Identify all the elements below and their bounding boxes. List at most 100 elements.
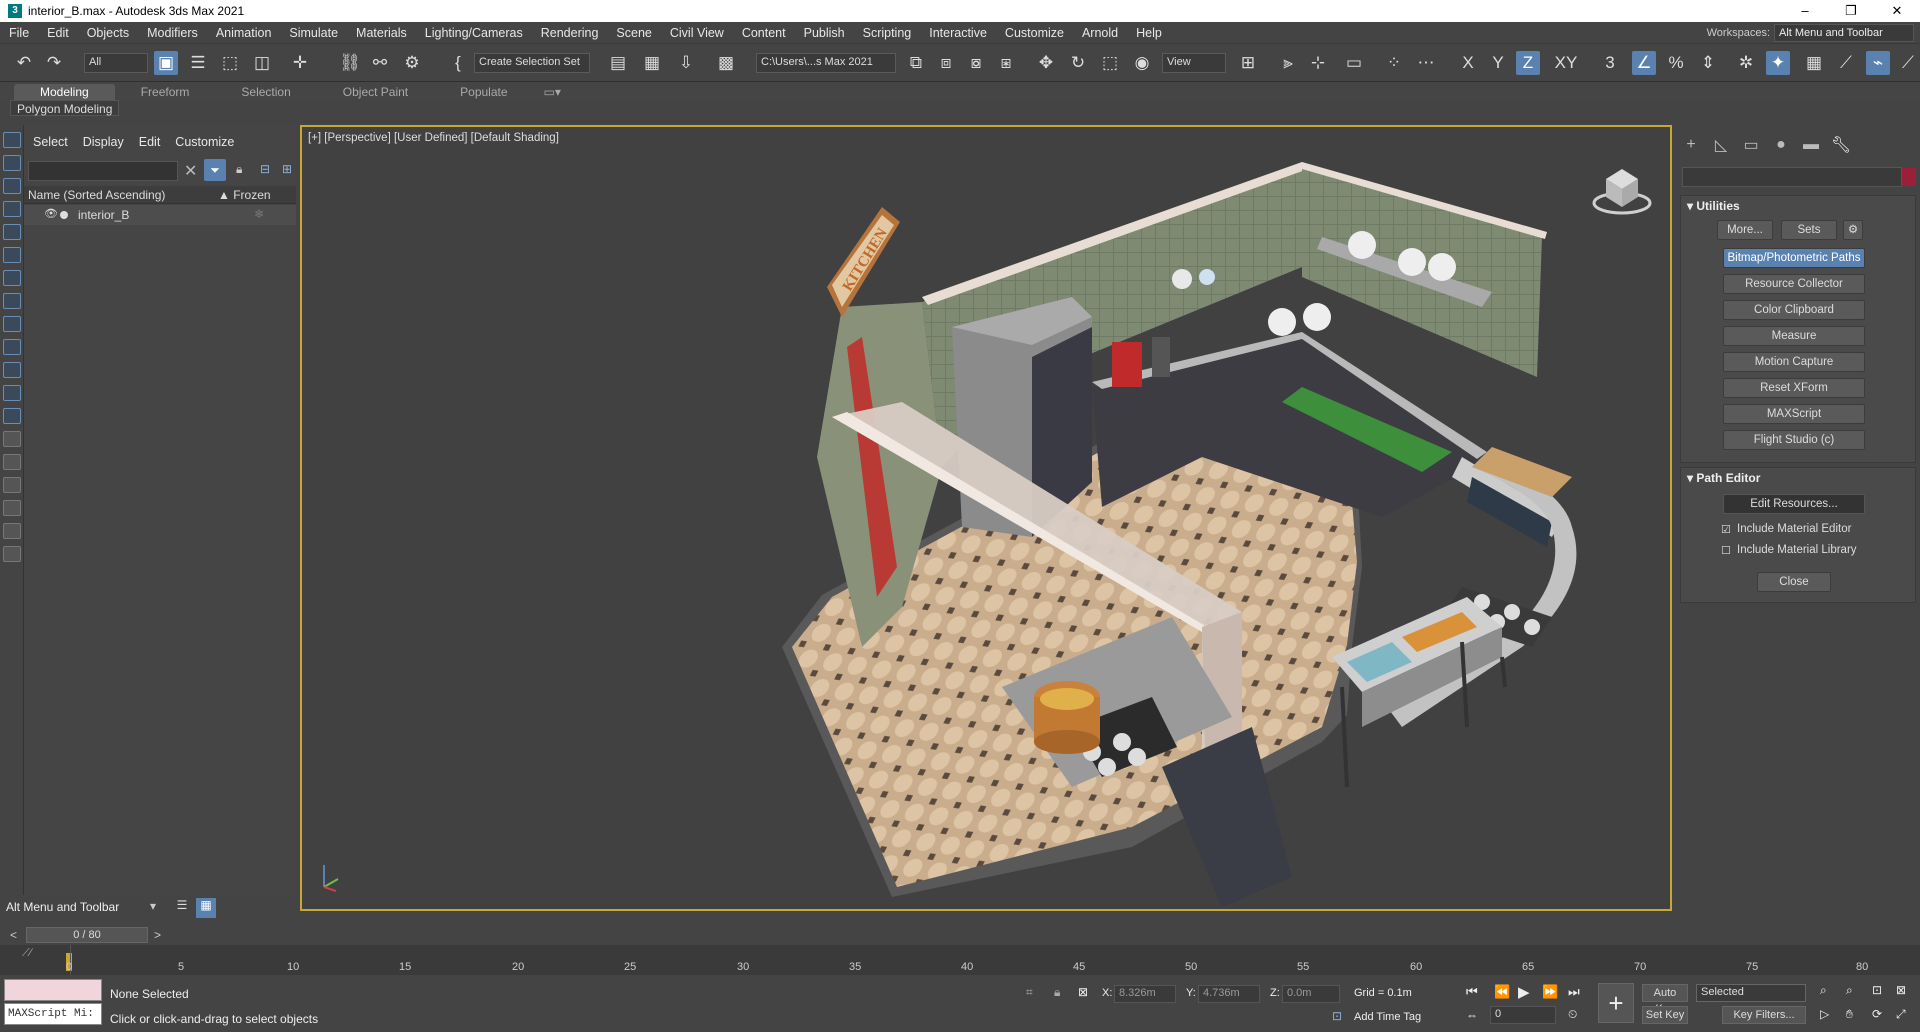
bind-spacewarp-icon[interactable]: ⚙ bbox=[400, 51, 424, 75]
maximize-button[interactable]: ❐ bbox=[1828, 3, 1874, 19]
layers-stack-icon[interactable]: ☰ bbox=[172, 898, 192, 918]
object-name[interactable]: interior_B bbox=[78, 208, 129, 222]
display-groups-icon[interactable] bbox=[2, 270, 21, 286]
named-selection-icon[interactable]: { bbox=[446, 51, 470, 75]
axis-z-icon[interactable]: Z bbox=[1516, 51, 1540, 75]
scene-explorer-icon[interactable]: ▦ bbox=[640, 51, 664, 75]
isolate-icon[interactable]: ⌗ bbox=[1026, 985, 1033, 1000]
funnel-icon[interactable] bbox=[2, 523, 21, 539]
prev-key-icon[interactable]: ⏪ bbox=[1494, 984, 1510, 1000]
scene-menu-display[interactable]: Display bbox=[74, 135, 130, 149]
scale-icon[interactable]: ⬚ bbox=[1098, 51, 1122, 75]
time-slider[interactable]: 0 / 80 bbox=[26, 927, 148, 943]
create-tab-icon[interactable]: + bbox=[1676, 136, 1706, 154]
rendered-frame-icon[interactable]: ⧈ bbox=[934, 51, 958, 75]
axis-y-icon[interactable]: Y bbox=[1486, 51, 1510, 75]
menu-materials[interactable]: Materials bbox=[347, 26, 416, 40]
add-time-tag[interactable]: Add Time Tag bbox=[1354, 1011, 1421, 1023]
curve-editor-icon[interactable]: ⟋∕ bbox=[22, 947, 32, 960]
maxscript-mini-listener[interactable]: MAXScript Mi: bbox=[4, 1003, 102, 1025]
place-icon[interactable]: ◉ bbox=[1130, 51, 1154, 75]
display-lights-icon[interactable] bbox=[2, 178, 21, 194]
menu-publish[interactable]: Publish bbox=[795, 26, 854, 40]
window-crossing-icon[interactable]: ◫ bbox=[250, 51, 274, 75]
key-mode-toggle-icon[interactable]: ⇔ bbox=[1466, 1008, 1478, 1022]
selection-lock-icon[interactable]: 🔒︎ bbox=[1054, 985, 1060, 1000]
zoom-icon[interactable]: ⌕ bbox=[1820, 983, 1827, 998]
project-path-dropdown[interactable]: C:\Users\...s Max 2021 bbox=[756, 53, 896, 73]
menu-lighting-cameras[interactable]: Lighting/Cameras bbox=[416, 26, 532, 40]
chevron-down-icon[interactable]: ▾ bbox=[150, 899, 156, 913]
menu-scripting[interactable]: Scripting bbox=[854, 26, 921, 40]
snaps-toggle-icon[interactable]: 3 bbox=[1598, 51, 1622, 75]
select-move-icon[interactable]: ✛ bbox=[288, 51, 312, 75]
menu-objects[interactable]: Objects bbox=[78, 26, 138, 40]
key-mode-icon[interactable]: ⌁ bbox=[1866, 51, 1890, 75]
manipulate-icon[interactable]: ✲ bbox=[1734, 51, 1758, 75]
menu-civil-view[interactable]: Civil View bbox=[661, 26, 733, 40]
tab-populate[interactable]: Populate bbox=[434, 84, 533, 100]
workspaces-dropdown[interactable]: Alt Menu and Toolbar bbox=[1774, 23, 1914, 42]
maximize-viewport-icon[interactable]: ⤢ bbox=[1896, 1007, 1906, 1022]
menu-content[interactable]: Content bbox=[733, 26, 795, 40]
motion-tab-icon[interactable]: ● bbox=[1766, 136, 1796, 154]
menu-arnold[interactable]: Arnold bbox=[1073, 26, 1127, 40]
filter-icon[interactable] bbox=[2, 500, 21, 516]
measure-icon[interactable]: ⟋ bbox=[1834, 51, 1858, 75]
ribbon-toggle-icon[interactable]: ⇩ bbox=[674, 51, 698, 75]
pan-icon[interactable]: ✋︎ bbox=[1846, 1007, 1853, 1022]
set-key-icon[interactable]: + bbox=[1598, 983, 1634, 1023]
display-xrefs-icon[interactable] bbox=[2, 293, 21, 309]
time-tag-icon[interactable]: ⊡ bbox=[1332, 1009, 1342, 1023]
menu-rendering[interactable]: Rendering bbox=[532, 26, 608, 40]
y-coord-field[interactable]: 4.736m bbox=[1198, 985, 1260, 1003]
toolbar-overflow-icon[interactable]: ⟋ bbox=[1896, 51, 1920, 75]
sets-button[interactable]: Sets bbox=[1781, 220, 1837, 240]
axis-xy-icon[interactable]: XY bbox=[1550, 51, 1582, 75]
scene-search-input[interactable] bbox=[28, 161, 178, 181]
current-frame-field[interactable]: 0 bbox=[1490, 1006, 1556, 1024]
set-key-button[interactable]: Set Key bbox=[1642, 1006, 1688, 1024]
render-icon[interactable]: ⧇ bbox=[964, 51, 988, 75]
tab-selection[interactable]: Selection bbox=[215, 84, 316, 100]
goto-start-icon[interactable]: ⏮ bbox=[1466, 984, 1478, 1000]
display-hidden-icon[interactable] bbox=[2, 385, 21, 401]
tab-freeform[interactable]: Freeform bbox=[115, 84, 216, 100]
goto-end-icon[interactable]: ⏭ bbox=[1568, 984, 1580, 1000]
table-row[interactable]: 👁︎ interior_B ❄ bbox=[24, 205, 296, 225]
bitmap-photometric-paths-button[interactable]: Bitmap/Photometric Paths bbox=[1723, 248, 1865, 268]
next-frame-icon[interactable]: > bbox=[154, 928, 161, 942]
measure-button[interactable]: Measure bbox=[1723, 326, 1865, 346]
percent-snap-icon[interactable]: % bbox=[1664, 51, 1688, 75]
menu-interactive[interactable]: Interactive bbox=[920, 26, 996, 40]
pivot-icon[interactable]: ⊞ bbox=[1236, 51, 1260, 75]
display-spacewarps-icon[interactable] bbox=[2, 247, 21, 263]
move-icon[interactable]: ✥ bbox=[1034, 51, 1058, 75]
key-filters-button[interactable]: Key Filters... bbox=[1722, 1006, 1806, 1024]
orbit-icon[interactable]: ⟳ bbox=[1872, 1007, 1882, 1021]
layer-explorer-icon[interactable]: ▤ bbox=[606, 51, 630, 75]
angle-snap-icon[interactable]: ∠ bbox=[1632, 51, 1656, 75]
display-cameras-icon[interactable] bbox=[2, 201, 21, 217]
minimize-button[interactable]: – bbox=[1782, 3, 1828, 19]
render-setup-icon[interactable]: ⧉ bbox=[904, 51, 928, 75]
next-key-icon[interactable]: ⏩ bbox=[1542, 984, 1558, 1000]
redo-icon[interactable]: ↷ bbox=[42, 51, 66, 75]
command-panel-input[interactable] bbox=[1682, 167, 1902, 187]
prev-frame-icon[interactable]: < bbox=[10, 928, 17, 942]
dependents-icon[interactable] bbox=[2, 477, 21, 493]
resource-collector-button[interactable]: Resource Collector bbox=[1723, 274, 1865, 294]
ribbon-panel-polygon-modeling[interactable]: Polygon Modeling bbox=[10, 100, 120, 116]
close-button[interactable]: ✕ bbox=[1874, 3, 1920, 19]
menu-file[interactable]: File bbox=[0, 26, 38, 40]
rotate-icon[interactable]: ↻ bbox=[1066, 51, 1090, 75]
modify-tab-icon[interactable]: ◺ bbox=[1706, 135, 1736, 155]
select-by-name-icon[interactable]: ☰ bbox=[186, 51, 210, 75]
hierarchy-icon[interactable]: ⊟ bbox=[260, 162, 270, 176]
tab-object-paint[interactable]: Object Paint bbox=[317, 84, 434, 100]
maxscript-listener-output[interactable] bbox=[4, 979, 102, 1001]
display-helpers-icon[interactable] bbox=[2, 224, 21, 240]
undo-icon[interactable]: ↶ bbox=[12, 51, 36, 75]
layer-dropdown[interactable]: Alt Menu and Toolbar bbox=[6, 900, 119, 914]
zoom-extents-all-icon[interactable]: ⊠ bbox=[1896, 983, 1906, 997]
